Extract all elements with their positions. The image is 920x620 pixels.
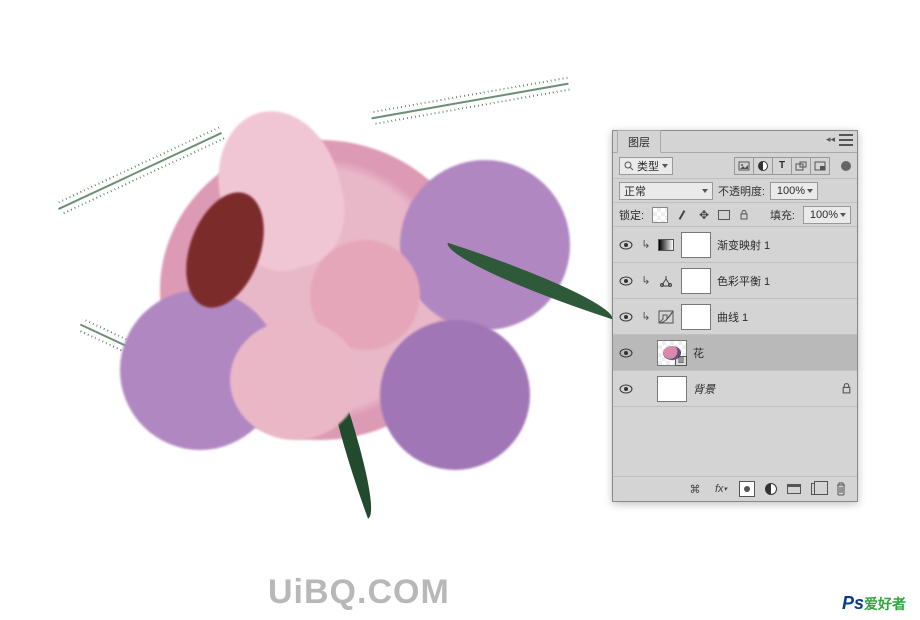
visibility-toggle[interactable] — [617, 348, 635, 358]
link-layers-icon[interactable]: ⌘ — [687, 481, 703, 497]
chevron-down-icon — [662, 164, 668, 168]
filter-pixel-icon[interactable] — [734, 157, 754, 175]
visibility-toggle[interactable] — [617, 312, 635, 322]
fill-value: 100% — [810, 209, 838, 221]
blend-mode-select[interactable]: 正常 — [619, 182, 713, 200]
clip-indicator-icon: ↳ — [641, 310, 651, 323]
opacity-label: 不透明度: — [718, 183, 765, 199]
filter-toggle-switch[interactable] — [841, 161, 851, 171]
panel-collapse-icon[interactable]: ◂◂ — [826, 134, 835, 145]
lock-position-icon[interactable]: ✥ — [696, 207, 712, 223]
gradient-map-icon — [657, 237, 675, 253]
filter-shape-icon[interactable] — [791, 157, 811, 175]
blend-opacity-row: 正常 不透明度: 100% — [613, 179, 857, 203]
lock-pixels-icon[interactable] — [674, 207, 690, 223]
layer-thumbnail[interactable]: ▥ — [657, 340, 687, 366]
watermark-text: UiBQ.COM — [268, 573, 450, 612]
lock-fill-row: 锁定: ✥ 填充: 100% — [613, 203, 857, 227]
visibility-toggle[interactable] — [617, 384, 635, 394]
layer-row-curves[interactable]: ↳ 曲线 1 — [613, 299, 857, 335]
layer-name: 色彩平衡 1 — [717, 273, 853, 289]
delete-layer-icon[interactable] — [833, 481, 849, 497]
lock-all-icon[interactable] — [736, 207, 752, 223]
filter-smartobject-icon[interactable] — [810, 157, 830, 175]
layer-name: 花 — [693, 345, 853, 361]
layer-name: 背景 — [693, 381, 833, 397]
fill-input[interactable]: 100% — [803, 206, 851, 224]
lock-artboard-icon[interactable] — [718, 210, 730, 220]
filter-adjustment-icon[interactable] — [753, 157, 773, 175]
layers-list: ↳ 渐变映射 1 ↳ 色彩平衡 1 ↳ 曲线 1 ▥ 花 — [613, 227, 857, 407]
layer-name: 渐变映射 1 — [717, 237, 853, 253]
fill-label: 填充: — [770, 207, 795, 223]
new-adjustment-icon[interactable] — [765, 483, 777, 495]
opacity-input[interactable]: 100% — [770, 182, 818, 200]
layer-thumbnail[interactable] — [657, 376, 687, 402]
visibility-toggle[interactable] — [617, 276, 635, 286]
brand-badge: Ps爱好者 — [842, 593, 906, 614]
layer-row-flower[interactable]: ▥ 花 — [613, 335, 857, 371]
lock-icon — [839, 382, 853, 396]
chevron-down-icon — [807, 189, 813, 193]
chevron-down-icon — [840, 213, 846, 217]
panel-menu-icon[interactable] — [839, 134, 853, 146]
layer-kind-select[interactable]: 类型 — [619, 157, 673, 175]
lock-label: 锁定: — [619, 207, 644, 223]
clip-indicator-icon: ↳ — [641, 238, 651, 251]
add-mask-icon[interactable] — [739, 481, 755, 497]
smart-object-badge-icon: ▥ — [675, 356, 687, 366]
clip-indicator-icon: ↳ — [641, 274, 651, 287]
layer-mask-thumbnail[interactable] — [681, 232, 711, 258]
blend-mode-value: 正常 — [624, 183, 646, 199]
layer-mask-thumbnail[interactable] — [681, 304, 711, 330]
new-group-icon[interactable] — [787, 484, 801, 494]
brand-ps: Ps — [842, 593, 864, 613]
color-balance-icon — [657, 273, 675, 289]
layer-kind-label: 类型 — [637, 158, 659, 174]
search-icon — [624, 161, 634, 171]
lock-transparency-icon[interactable] — [652, 207, 668, 223]
new-layer-icon[interactable] — [811, 483, 823, 495]
content-image-bouquet — [10, 10, 630, 570]
layer-row-colorbalance[interactable]: ↳ 色彩平衡 1 — [613, 263, 857, 299]
opacity-value: 100% — [777, 185, 805, 197]
layer-filter-row: 类型 T — [613, 153, 857, 179]
curves-icon — [657, 309, 675, 325]
layer-filter-buttons: T — [735, 157, 830, 175]
layer-row-gradientmap[interactable]: ↳ 渐变映射 1 — [613, 227, 857, 263]
panel-tab-layers[interactable]: 图层 — [617, 130, 661, 153]
lock-icons: ✥ — [652, 207, 752, 223]
layer-fx-icon[interactable]: fx▾ — [713, 481, 729, 497]
layer-row-background[interactable]: 背景 — [613, 371, 857, 407]
filter-type-icon[interactable]: T — [772, 157, 792, 175]
panel-tabbar: 图层 ◂◂ — [613, 131, 857, 153]
visibility-toggle[interactable] — [617, 240, 635, 250]
layer-mask-thumbnail[interactable] — [681, 268, 711, 294]
layer-name: 曲线 1 — [717, 309, 853, 325]
chevron-down-icon — [702, 189, 708, 193]
brand-cn: 爱好者 — [864, 596, 906, 612]
layers-panel-footer: ⌘ fx▾ — [613, 477, 857, 501]
layers-panel: 图层 ◂◂ 类型 T 正常 不透明度: 100% 锁定: — [612, 130, 858, 502]
layers-empty-area[interactable] — [613, 407, 857, 477]
